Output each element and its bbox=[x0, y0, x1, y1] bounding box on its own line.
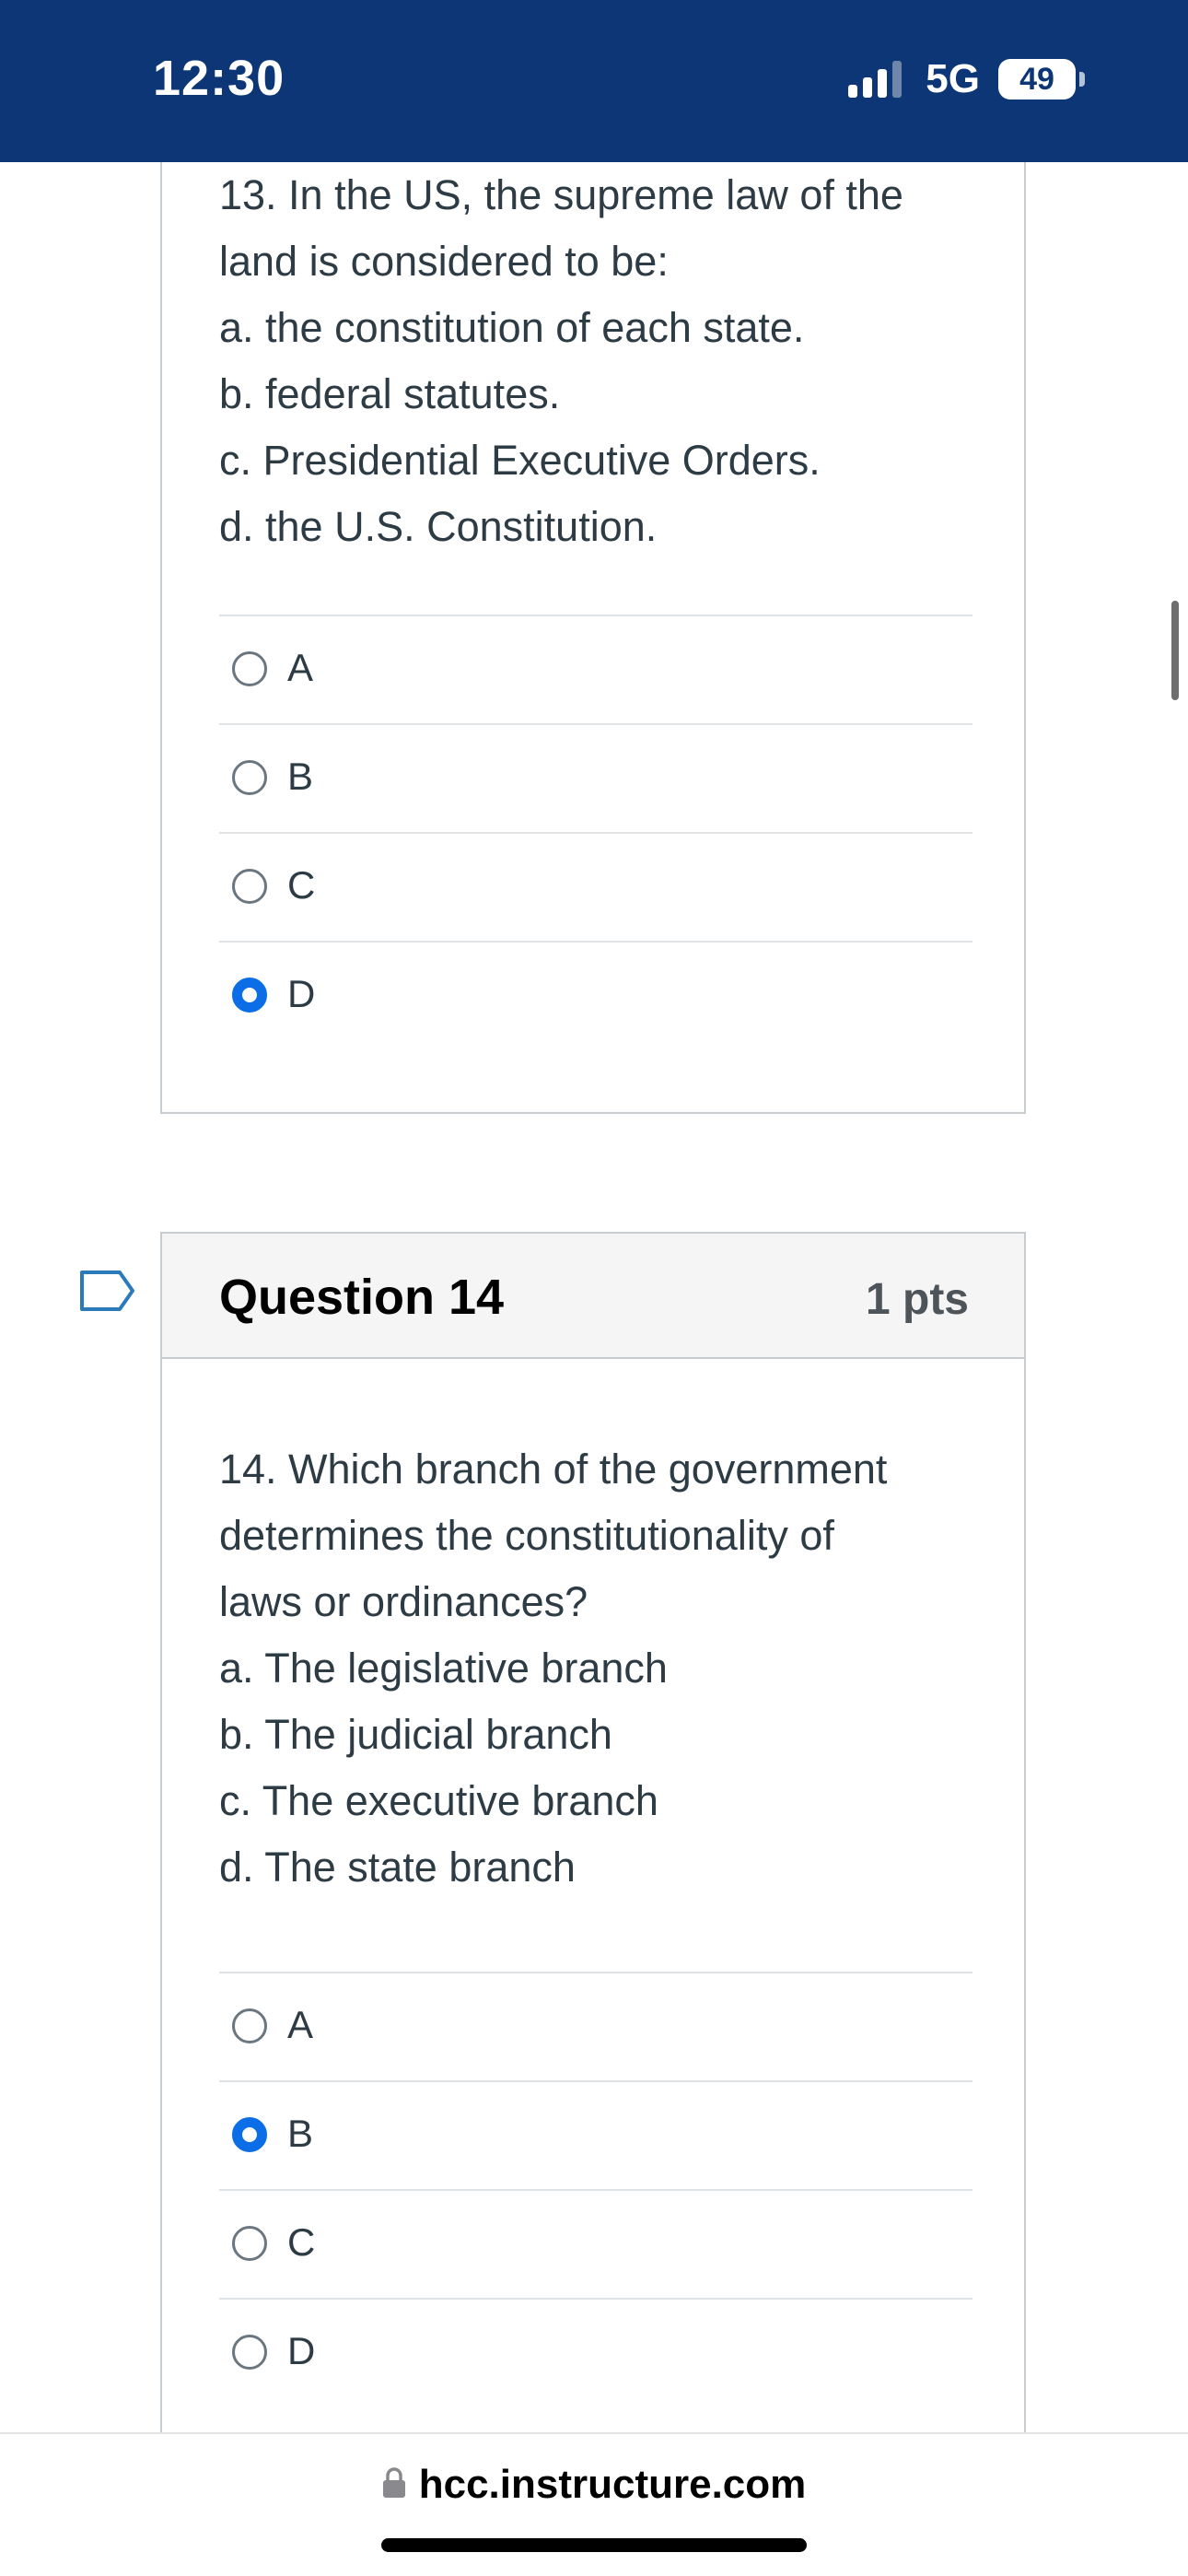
browser-url-bar[interactable]: hcc.instructure.com bbox=[0, 2432, 1188, 2576]
cellular-signal-icon bbox=[848, 61, 903, 98]
url-domain[interactable]: hcc.instructure.com bbox=[419, 2462, 807, 2508]
question-text-line: c. The executive branch bbox=[219, 1777, 658, 1824]
radio-button[interactable] bbox=[232, 978, 267, 1013]
radio-button[interactable] bbox=[232, 2226, 267, 2261]
radio-button[interactable] bbox=[232, 651, 267, 686]
url-content[interactable]: hcc.instructure.com bbox=[0, 2462, 1188, 2508]
question-points: 1 pts bbox=[865, 1275, 969, 1324]
answer-option-b[interactable]: B bbox=[219, 723, 973, 832]
question-14-card: Question 14 1 pts 14. Which branch of th… bbox=[160, 1232, 1026, 2451]
flag-question-icon[interactable] bbox=[79, 1270, 136, 1317]
question-text-line: b. federal statutes. bbox=[219, 370, 561, 417]
question-text-line: 13. In the US, the supreme law of the bbox=[219, 171, 903, 218]
answer-option-b[interactable]: B bbox=[219, 2080, 973, 2189]
lock-icon bbox=[382, 2466, 406, 2503]
status-indicators: 5G 49 bbox=[848, 56, 1085, 101]
radio-button[interactable] bbox=[232, 760, 267, 795]
answer-label[interactable]: D bbox=[287, 2329, 315, 2373]
question-title: Question 14 bbox=[219, 1270, 505, 1325]
question-text-line: a. the constitution of each state. bbox=[219, 304, 805, 351]
radio-button[interactable] bbox=[232, 2008, 267, 2043]
answer-option-d[interactable]: D bbox=[219, 941, 973, 1049]
status-time: 12:30 bbox=[153, 51, 285, 106]
answer-option-a[interactable]: A bbox=[219, 615, 973, 723]
answer-option-d[interactable]: D bbox=[219, 2298, 973, 2406]
question-text-line: land is considered to be: bbox=[219, 238, 669, 285]
answer-label[interactable]: C bbox=[287, 2220, 315, 2265]
question-text-line: d. the U.S. Constitution. bbox=[219, 503, 658, 550]
question-text-line: d. The state branch bbox=[219, 1844, 576, 1891]
answer-option-a[interactable]: A bbox=[219, 1972, 973, 2080]
radio-button[interactable] bbox=[232, 2117, 267, 2152]
status-bar: 12:30 5G 49 bbox=[0, 0, 1188, 162]
question-14-answers: A B C D bbox=[219, 1972, 973, 2406]
radio-button[interactable] bbox=[232, 869, 267, 904]
answer-label[interactable]: B bbox=[287, 755, 313, 799]
answer-option-c[interactable]: C bbox=[219, 832, 973, 941]
answer-label[interactable]: C bbox=[287, 863, 315, 907]
scrollbar-thumb[interactable] bbox=[1171, 601, 1179, 700]
question-header: Question 14 1 pts bbox=[162, 1234, 1024, 1359]
network-type: 5G bbox=[926, 56, 980, 101]
battery-icon: 49 bbox=[998, 59, 1085, 100]
answer-option-c[interactable]: C bbox=[219, 2189, 973, 2298]
answer-label[interactable]: A bbox=[287, 646, 313, 690]
question-14-text: 14. Which branch of the government deter… bbox=[219, 1436, 974, 1901]
radio-button[interactable] bbox=[232, 2335, 267, 2370]
question-13-text: 13. In the US, the supreme law of the la… bbox=[219, 162, 974, 560]
battery-level: 49 bbox=[998, 59, 1076, 100]
answer-label[interactable]: A bbox=[287, 2003, 313, 2047]
home-indicator[interactable] bbox=[381, 2538, 807, 2552]
question-text-line: b. The judicial branch bbox=[219, 1711, 612, 1758]
battery-tip bbox=[1079, 72, 1085, 87]
question-text-line: a. The legislative branch bbox=[219, 1645, 668, 1692]
question-text-line: determines the constitutionality of bbox=[219, 1512, 834, 1559]
question-13-card: 13. In the US, the supreme law of the la… bbox=[160, 162, 1026, 1114]
question-text-line: laws or ordinances? bbox=[219, 1578, 588, 1625]
question-13-answers: A B C D bbox=[219, 615, 973, 1049]
question-text-line: c. Presidential Executive Orders. bbox=[219, 437, 821, 484]
answer-label[interactable]: B bbox=[287, 2112, 313, 2156]
answer-label[interactable]: D bbox=[287, 972, 315, 1016]
question-text-line: 14. Which branch of the government bbox=[219, 1446, 888, 1493]
